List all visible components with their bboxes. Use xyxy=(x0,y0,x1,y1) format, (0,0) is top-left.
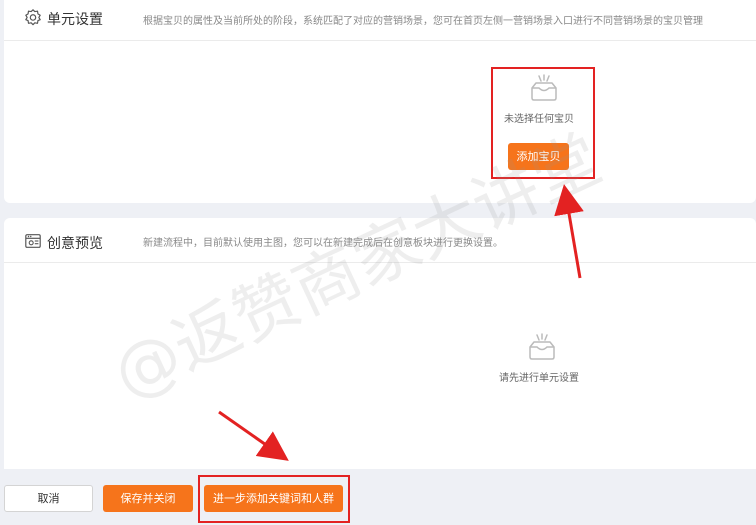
highlight-box xyxy=(491,67,595,179)
unit-settings-description: 根据宝贝的属性及当前所处的阶段，系统匹配了对应的营销场景，您可在首页左侧一营销场… xyxy=(143,16,703,27)
creative-preview-title: 创意预览 xyxy=(47,236,103,252)
creative-preview-description: 新建流程中，目前默认使用主图，您可以在新建完成后在创意板块进行更换设置。 xyxy=(143,238,503,249)
setup-unit-first-text: 请先进行单元设置 xyxy=(499,373,579,384)
unit-settings-header: 单元设置 根据宝贝的属性及当前所处的阶段，系统匹配了对应的营销场景，您可在首页左… xyxy=(4,0,756,41)
empty-box-icon xyxy=(529,333,555,360)
creative-preview-card: 创意预览 新建流程中，目前默认使用主图，您可以在新建完成后在创意板块进行更换设置… xyxy=(4,218,756,469)
cancel-button[interactable]: 取消 xyxy=(4,485,93,512)
save-and-close-button[interactable]: 保存并关闭 xyxy=(103,485,193,512)
creative-preview-header: 创意预览 新建流程中，目前默认使用主图，您可以在新建完成后在创意板块进行更换设置… xyxy=(4,218,756,263)
gear-icon xyxy=(25,9,41,26)
highlight-box xyxy=(198,475,350,523)
unit-settings-title: 单元设置 xyxy=(47,12,103,28)
image-frame-icon xyxy=(25,234,41,248)
unit-settings-card: 单元设置 根据宝贝的属性及当前所处的阶段，系统匹配了对应的营销场景，您可在首页左… xyxy=(4,0,756,203)
